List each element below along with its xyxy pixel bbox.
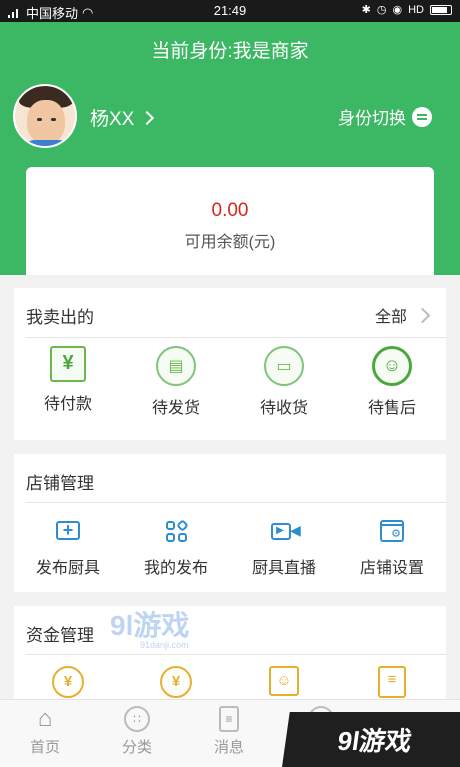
yuan-cycle-icon: ¥ — [160, 666, 192, 698]
location-icon: ◉ — [392, 4, 403, 16]
yuan-add-icon: ¥ — [52, 666, 84, 698]
add-box-icon: + — [54, 518, 82, 546]
shop-settings-button[interactable]: ⚙ 店铺设置 — [338, 518, 446, 578]
payment-pending-icon: ¥ — [50, 346, 86, 382]
shop-section: 店铺管理 + 发布厨具 我的发布 ◀ ▶ 厨具直播 ⚙ 店铺设置 — [14, 454, 446, 592]
bluetooth-icon: ✱ — [361, 4, 371, 16]
account-card-icon: ☺ — [269, 666, 299, 696]
switch-identity-button[interactable]: 身份切换 — [338, 104, 432, 129]
store-icon: ⚙ — [378, 518, 406, 546]
site-watermark: 9l游戏 — [282, 712, 460, 767]
view-all-orders-link[interactable]: 全部 — [374, 303, 431, 327]
tab-label: 首页 — [29, 739, 60, 756]
service-icon: ☺ — [372, 346, 412, 386]
shop-action-label: 发布厨具 — [35, 560, 100, 577]
order-status-label: 待发货 — [151, 400, 200, 417]
watermark-logo-text: 9l游戏 — [335, 726, 414, 756]
username-link[interactable]: 杨XX — [90, 104, 155, 131]
order-status-label: 待付款 — [43, 396, 92, 413]
battery-icon — [430, 4, 452, 15]
profile-header: 当前身份:我是商家 杨XX 身份切换 0.00 可用余额(元) — [0, 22, 460, 275]
funds-action-3[interactable]: ☺ — [230, 666, 338, 698]
balance-label: 可用余额(元) — [184, 234, 276, 251]
order-status-label: 待售后 — [367, 400, 416, 417]
chevron-right-icon — [414, 307, 431, 323]
shop-action-label: 店铺设置 — [359, 560, 424, 577]
truck-icon: ▤ — [156, 346, 196, 386]
status-bar: 中国移动 ◠ 21:49 ✱ ◷ ◉ HD — [0, 0, 460, 22]
category-icon: ∷ — [124, 706, 150, 732]
switch-identity-label: 身份切换 — [338, 109, 406, 128]
tab-messages[interactable]: ≡ 消息 — [184, 706, 274, 757]
tab-label: 分类 — [121, 739, 152, 756]
cookware-live-button[interactable]: ◀ ▶ 厨具直播 — [230, 518, 338, 578]
message-icon: ≡ — [219, 706, 239, 732]
tab-category[interactable]: ∷ 分类 — [92, 706, 182, 757]
switch-icon — [412, 106, 432, 127]
order-pending-shipment[interactable]: ▤ 待发货 — [122, 346, 230, 418]
tab-home[interactable]: ⌂ 首页 — [0, 706, 90, 757]
funds-action-4[interactable]: ≡ — [338, 666, 446, 698]
divider — [26, 502, 446, 503]
center-watermark: 9l游戏 91danji.com — [110, 610, 190, 651]
shop-action-label: 厨具直播 — [251, 560, 316, 577]
order-after-sales[interactable]: ☺ 待售后 — [338, 346, 446, 418]
chevron-right-icon — [140, 110, 155, 125]
funds-action-2[interactable]: ¥ — [122, 666, 230, 698]
username: 杨XX — [90, 109, 135, 130]
funds-section-title: 资金管理 — [26, 626, 94, 645]
video-icon: ◀ ▶ — [270, 518, 301, 546]
alarm-icon: ◷ — [376, 4, 387, 16]
wallet-icon: ▭ — [264, 346, 304, 386]
divider — [26, 654, 446, 655]
current-identity: 当前身份:我是商家 — [151, 41, 309, 62]
shop-action-label: 我的发布 — [143, 560, 208, 577]
edit-note-icon: ≡ — [378, 666, 406, 698]
my-publications-button[interactable]: 我的发布 — [122, 518, 230, 578]
order-status-label: 待收货 — [259, 400, 308, 417]
hd-call-icon: HD — [408, 3, 424, 16]
tab-label: 消息 — [213, 739, 244, 756]
publish-cookware-button[interactable]: + 发布厨具 — [14, 518, 122, 578]
sold-section: 我卖出的 全部 ¥ 待付款 ▤ 待发货 ▭ 待收货 ☺ 待售后 — [14, 288, 446, 440]
balance-card[interactable]: 0.00 可用余额(元) — [26, 167, 434, 275]
order-pending-receipt[interactable]: ▭ 待收货 — [230, 346, 338, 418]
avatar[interactable] — [13, 84, 77, 148]
divider — [26, 337, 446, 338]
sold-section-title: 我卖出的 — [26, 308, 94, 327]
order-pending-payment[interactable]: ¥ 待付款 — [14, 346, 122, 418]
funds-section: 资金管理 ¥ ¥ ☺ ≡ — [14, 606, 446, 699]
view-all-label: 全部 — [374, 309, 407, 326]
grid-icon — [162, 518, 190, 546]
funds-action-1[interactable]: ¥ — [14, 666, 122, 698]
shop-section-title: 店铺管理 — [26, 474, 94, 493]
balance-value: 0.00 — [211, 200, 249, 221]
home-icon: ⌂ — [37, 705, 53, 732]
